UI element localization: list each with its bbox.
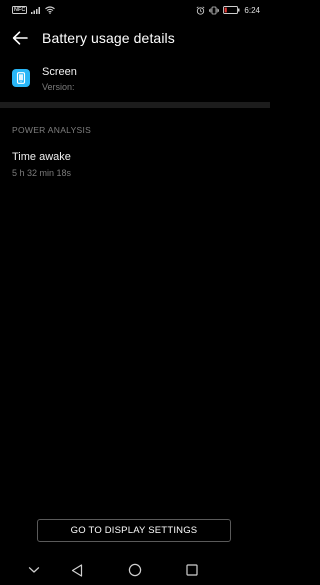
status-left: NFC (12, 6, 56, 14)
back-button[interactable] (10, 28, 30, 48)
wifi-icon (45, 6, 56, 14)
battery-icon (223, 6, 240, 14)
app-text: Screen Version: (42, 65, 77, 94)
time-awake-label: Time awake (12, 151, 71, 163)
alarm-icon (196, 5, 205, 15)
clock-time: 6:24 (244, 5, 260, 15)
arrow-left-icon (12, 31, 28, 45)
go-to-display-settings-button[interactable]: GO TO DISPLAY SETTINGS (37, 519, 231, 542)
app-name: Screen (42, 66, 77, 78)
app-version: Version: (42, 82, 75, 92)
navigation-bar (0, 556, 270, 585)
vibrate-icon (209, 6, 220, 15)
chevron-down-icon[interactable] (24, 560, 44, 580)
recents-square-icon[interactable] (182, 560, 202, 580)
time-awake-value: 5 h 32 min 18s (12, 168, 72, 178)
app-info-row: Screen Version: (0, 62, 270, 98)
section-divider (0, 102, 270, 108)
phone-screen-icon (12, 69, 30, 87)
status-right: 6:24 (196, 6, 260, 15)
back-triangle-icon[interactable] (67, 560, 87, 580)
app-bar: Battery usage details (0, 20, 270, 56)
nfc-icon: NFC (12, 6, 28, 14)
page-title: Battery usage details (42, 30, 175, 46)
status-bar: NFC 6:24 (0, 0, 270, 20)
home-circle-icon[interactable] (125, 560, 145, 580)
signal-icon (31, 6, 41, 14)
section-header-power-analysis: POWER ANALYSIS (12, 125, 92, 135)
